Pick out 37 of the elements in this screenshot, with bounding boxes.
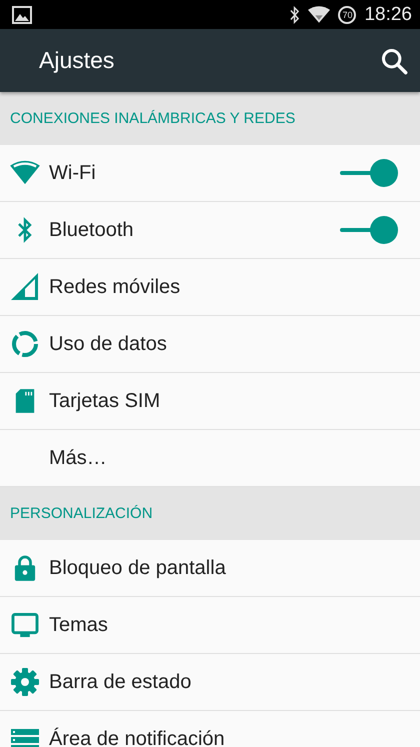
sim-card-icon [14, 388, 36, 414]
item-label: Tarjetas SIM [49, 390, 162, 412]
item-label: Temas [49, 614, 109, 636]
clock: 18:26 [364, 4, 412, 26]
section-header: PERSONALIZACIÓN [0, 487, 420, 540]
lock-icon [14, 554, 36, 582]
section-header: CONEXIONES INALÁMBRICAS Y REDES [0, 92, 420, 145]
wifi-icon [308, 6, 330, 23]
settings-item[interactable]: Wi-Fi [0, 145, 420, 202]
settings-item[interactable]: Bluetooth [0, 202, 420, 259]
wifi-icon [8, 160, 40, 186]
battery-level: 70 [338, 6, 356, 24]
item-label: Más… [49, 446, 108, 470]
settings-item[interactable]: Redes móviles [0, 259, 420, 316]
item-label: Wi-Fi [49, 162, 97, 184]
item-label: Redes móviles [49, 276, 182, 298]
settings-item[interactable]: Temas [0, 597, 420, 654]
search-icon[interactable] [380, 46, 408, 74]
settings-item[interactable]: Uso de datos [0, 316, 420, 373]
signal-icon [10, 273, 38, 301]
item-label: Bluetooth [49, 218, 135, 242]
settings-item[interactable]: Bloqueo de pantalla [0, 540, 420, 597]
settings-item[interactable]: Tarjetas SIM [0, 373, 420, 430]
toggle-switch[interactable] [340, 216, 398, 244]
screen-title: Ajustes [39, 47, 114, 74]
bluetooth-icon [289, 6, 300, 24]
item-label: Área de notificación [49, 728, 226, 747]
item-label: Uso de datos [49, 332, 168, 356]
settings-item[interactable]: Área de notificación [0, 711, 420, 747]
data-usage-icon [10, 330, 38, 358]
item-label: Barra de estado [49, 670, 192, 694]
image-icon [12, 6, 32, 24]
settings-item[interactable]: Barra de estado [0, 654, 420, 711]
monitor-icon [10, 612, 38, 638]
toggle-switch[interactable] [340, 159, 398, 187]
item-label: Bloqueo de pantalla [49, 556, 227, 580]
bluetooth-icon [16, 217, 32, 243]
